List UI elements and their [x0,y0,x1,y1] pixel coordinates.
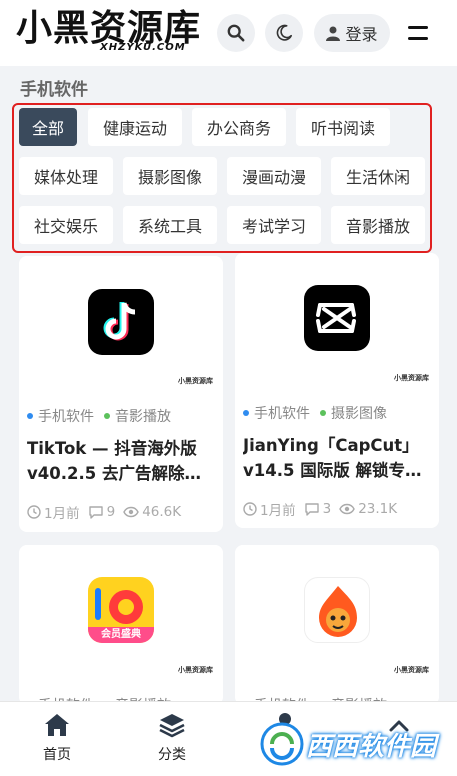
post-time: 1月前 [44,506,80,522]
search-icon [227,24,245,42]
login-label: 登录 [345,25,378,44]
search-button[interactable] [217,14,255,52]
card-tag[interactable]: 摄影图像 [320,403,387,423]
kuwo-music-icon: 会员盛典 [88,577,154,643]
tag-comic[interactable]: 漫画动漫 [227,157,321,195]
tag-all[interactable]: 全部 [19,108,77,146]
card-tag[interactable]: 手机软件 [243,403,310,423]
user-icon [326,26,341,41]
card-thumbnail: 小黑资源库 [235,253,439,391]
card-title[interactable]: JianYing「CapCut」 v14.5 国际版 解锁专业… [243,433,433,483]
app-badge: 会员盛典 [101,629,141,640]
view-count: 23.1K [358,501,398,517]
card-tags: 手机软件 摄影图像 [243,403,387,423]
tag-office[interactable]: 办公商务 [192,108,286,146]
tag-media[interactable]: 媒体处理 [19,157,113,195]
card-tags: 手机软件 音影播放 [27,406,171,426]
capcut-icon [304,285,370,351]
card-watermark: 小黑资源库 [394,666,429,674]
comment-icon [304,503,319,516]
eye-icon [339,503,355,515]
nav-category-label: 分类 [158,747,186,763]
login-button[interactable]: 登录 [314,14,390,52]
card-stats: 1月前 3 23.1K [243,499,397,519]
nav-home-label: 首页 [43,747,71,763]
comment-count: 3 [322,501,332,517]
site-watermark-text: 西西软件园 [306,732,437,762]
comment-count: 9 [106,504,116,520]
tag-social[interactable]: 社交娱乐 [19,206,113,244]
post-time: 1月前 [260,503,296,519]
tiktok-icon [88,289,154,355]
card-title[interactable]: TikTok — 抖音海外版 v40.2.5 去广告解除封… [27,436,217,486]
menu-icon[interactable] [408,24,430,42]
view-count: 46.6K [142,504,182,520]
tag-reading[interactable]: 听书阅读 [296,108,390,146]
layers-icon [159,714,185,738]
logo-subtext: XHZYKU.COM [100,42,186,53]
tag-audio-video[interactable]: 音影播放 [331,206,425,244]
theme-toggle-button[interactable] [265,14,303,52]
card-tag[interactable]: 手机软件 [27,406,94,426]
card-watermark: 小黑资源库 [178,666,213,674]
card-tag[interactable]: 音影播放 [104,406,171,426]
site-logo[interactable]: 小黑资源库 XHZYKU.COM [16,6,214,58]
tag-photo[interactable]: 摄影图像 [123,157,217,195]
tag-study[interactable]: 考试学习 [227,206,321,244]
post-card[interactable]: 小黑资源库 手机软件 音影播放 TikTok — 抖音海外版 v40.2.5 去… [19,256,223,532]
card-thumbnail: 小黑资源库 [19,256,223,394]
card-thumbnail: 小黑资源库 [235,545,439,683]
card-stats: 1月前 9 46.6K [27,502,181,522]
post-card[interactable]: 小黑资源库 手机软件 摄影图像 JianYing「CapCut」 v14.5 国… [235,253,439,528]
comment-icon [88,506,103,519]
card-thumbnail: 会员盛典 小黑资源库 [19,545,223,683]
section-title: 手机软件 [20,80,88,100]
clock-icon [27,505,41,519]
site-watermark: 西西软件园 [258,720,438,768]
card-watermark: 小黑资源库 [178,377,213,385]
eye-icon [123,506,139,518]
tag-system[interactable]: 系统工具 [123,206,217,244]
clock-icon [243,502,257,516]
home-icon [45,714,69,736]
app-header: 小黑资源库 XHZYKU.COM 登录 [0,0,457,66]
tag-health[interactable]: 健康运动 [88,108,182,146]
nav-category[interactable]: 分类 [137,712,207,770]
card-watermark: 小黑资源库 [394,374,429,382]
moon-icon [276,24,293,41]
post-card[interactable]: 会员盛典 小黑资源库 手机软件 音影播放 [19,545,223,705]
post-card[interactable]: 小黑资源库 手机软件 音影播放 [235,545,439,705]
nav-home[interactable]: 首页 [22,712,92,770]
tag-lifestyle[interactable]: 生活休闲 [331,157,425,195]
monkey-app-icon [304,577,370,643]
